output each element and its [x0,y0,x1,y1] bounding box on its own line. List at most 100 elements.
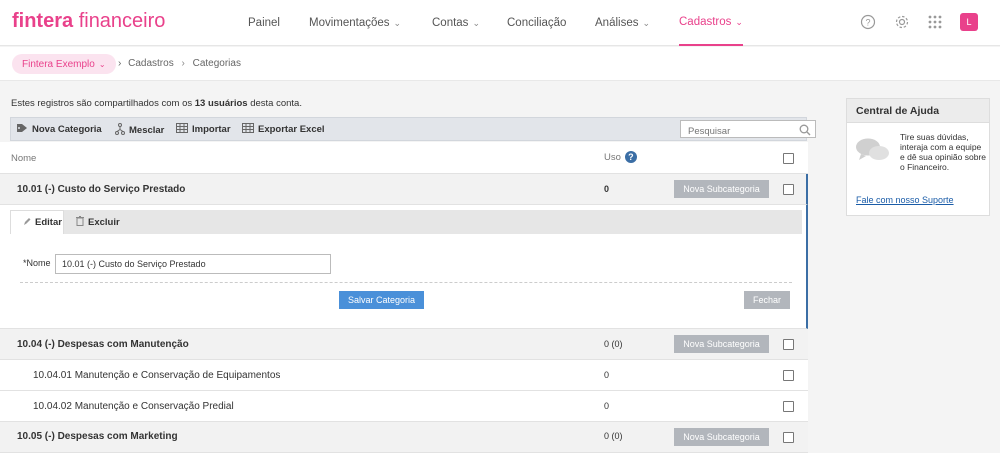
export-excel-button[interactable]: Exportar Excel [242,123,325,136]
tab-editar-label: Editar [35,217,62,228]
help-circle-icon[interactable]: ? [858,12,878,32]
table-row[interactable]: 10.04 (-) Despesas com Manutenção 0 (0) … [0,329,808,360]
table-row[interactable]: 10.04.01 Manutenção e Conservação de Equ… [0,360,808,391]
category-name-input[interactable] [55,254,331,274]
table-row[interactable]: 10.05 (-) Despesas com Marketing 0 (0) N… [0,422,808,453]
nav-label: Painel [248,17,280,29]
usage-count: 0 [604,370,610,380]
merge-label: Mesclar [129,125,165,136]
row-checkbox[interactable] [783,432,794,443]
nav-label: Movimentações [309,17,390,29]
chevron-down-icon: ⌄ [98,59,106,69]
table-row[interactable]: 10.04.02 Manutenção e Conservação Predia… [0,391,808,422]
select-all-checkbox[interactable] [783,153,794,164]
breadcrumb-separator: › [118,58,122,69]
merge-icon [115,123,125,138]
support-link[interactable]: Fale com nosso Suporte [856,195,954,205]
nav-cadastros[interactable]: Cadastros ⌄ [679,0,743,46]
row-checkbox[interactable] [783,370,794,381]
breadcrumb-categorias: Categorias [192,58,241,69]
merge-button[interactable]: Mesclar [115,123,164,138]
subcategory-name: 10.04.01 Manutenção e Conservação de Equ… [33,369,281,381]
row-checkbox[interactable] [783,184,794,195]
category-name: 10.04 (-) Despesas com Manutenção [17,338,189,350]
chevron-down-icon: ⌄ [735,16,743,27]
close-button[interactable]: Fechar [744,291,790,309]
usage-count: 0 (0) [604,431,623,441]
breadcrumb: › Cadastros › Categorias [118,58,241,69]
svg-text:?: ? [865,18,870,28]
trash-icon [76,216,84,228]
subcategory-name: 10.04.02 Manutenção e Conservação Predia… [33,400,234,412]
form-divider [20,282,792,283]
nav-conciliacao[interactable]: Conciliação [507,0,566,46]
grid-table-icon [242,123,254,136]
usage-count: 0 [604,184,610,194]
breadcrumb-separator: › [181,58,185,69]
nav-contas[interactable]: Contas ⌄ [432,0,480,46]
row-checkbox[interactable] [783,339,794,350]
edit-category-panel: Editar Excluir *Nome Salvar Categoria Fe… [0,205,808,329]
nav-label: Contas [432,17,469,29]
search-input[interactable] [681,123,791,140]
info-prefix: Estes registros são compartilhados com o… [11,98,193,109]
chevron-down-icon: ⌄ [642,17,651,28]
info-user-count: 13 usuários [194,98,248,109]
shared-info-text: Estes registros são compartilhados com o… [11,98,302,109]
top-navbar: fintera financeiro Painel Movimentações ⌄… [0,0,1000,46]
usage-count: 0 (0) [604,339,623,349]
nav-label: Análises [595,17,639,29]
pencil-icon [23,217,31,228]
nav-painel[interactable]: Painel [248,0,280,46]
help-center-title: Central de Ajuda [847,99,989,123]
new-category-button[interactable]: Nova Categoria [16,123,102,136]
chevron-down-icon: ⌄ [472,17,480,28]
nav-label: Conciliação [507,17,567,29]
apps-grid-icon[interactable] [925,12,945,32]
chevron-down-icon: ⌄ [393,17,402,28]
new-subcategory-button[interactable]: Nova Subcategoria [674,335,769,353]
gear-icon[interactable] [892,12,912,32]
app-logo[interactable]: fintera financeiro [12,9,165,33]
column-header-uso[interactable]: Uso? [604,151,637,163]
edit-tabs: Editar Excluir [10,210,802,234]
grid-table-icon [176,123,188,136]
breadcrumb-bar: Fintera Exemplo ⌄ › Cadastros › Categoria… [0,47,1000,81]
import-button[interactable]: Importar [176,123,231,136]
uso-label: Uso [604,151,621,163]
new-subcategory-button[interactable]: Nova Subcategoria [674,180,769,198]
categories-toolbar: Nova Categoria Mesclar Importar Exportar… [10,117,816,141]
breadcrumb-cadastros[interactable]: Cadastros [128,58,174,69]
search-icon[interactable] [799,123,811,136]
search-box [680,120,816,140]
company-name: Fintera Exemplo [22,58,95,70]
tab-excluir-label: Excluir [88,216,120,228]
chat-bubbles-icon [855,137,891,165]
info-suffix: desta conta. [250,98,302,109]
import-label: Importar [192,124,231,135]
tab-excluir[interactable]: Excluir [72,210,132,234]
usage-count: 0 [604,401,610,411]
category-name: 10.05 (-) Despesas com Marketing [17,430,178,442]
nav-movimentacoes[interactable]: Movimentações ⌄ [309,0,401,46]
user-avatar[interactable]: L [960,13,978,31]
category-name: 10.01 (-) Custo do Serviço Prestado [17,183,186,195]
nav-label: Cadastros [679,16,732,28]
save-category-button[interactable]: Salvar Categoria [339,291,424,309]
help-center-panel: Central de Ajuda Tire suas dúvidas, inte… [846,98,990,216]
avatar-initial: L [966,17,972,27]
new-category-label: Nova Categoria [32,124,102,135]
tab-editar[interactable]: Editar [10,210,64,234]
company-selector[interactable]: Fintera Exemplo ⌄ [12,54,116,74]
new-subcategory-button[interactable]: Nova Subcategoria [674,428,769,446]
tag-icon [16,123,28,136]
table-row[interactable]: 10.01 (-) Custo do Serviço Prestado 0 No… [0,174,808,205]
row-checkbox[interactable] [783,401,794,412]
export-excel-label: Exportar Excel [258,124,325,135]
name-field-label: *Nome [23,258,51,268]
logo-bold-text: fintera [12,10,74,32]
help-center-text: Tire suas dúvidas, interaja com a equipe… [900,132,987,172]
question-icon[interactable]: ? [624,151,637,163]
nav-analises[interactable]: Análises ⌄ [595,0,650,46]
column-header-nome[interactable]: Nome [11,153,36,164]
